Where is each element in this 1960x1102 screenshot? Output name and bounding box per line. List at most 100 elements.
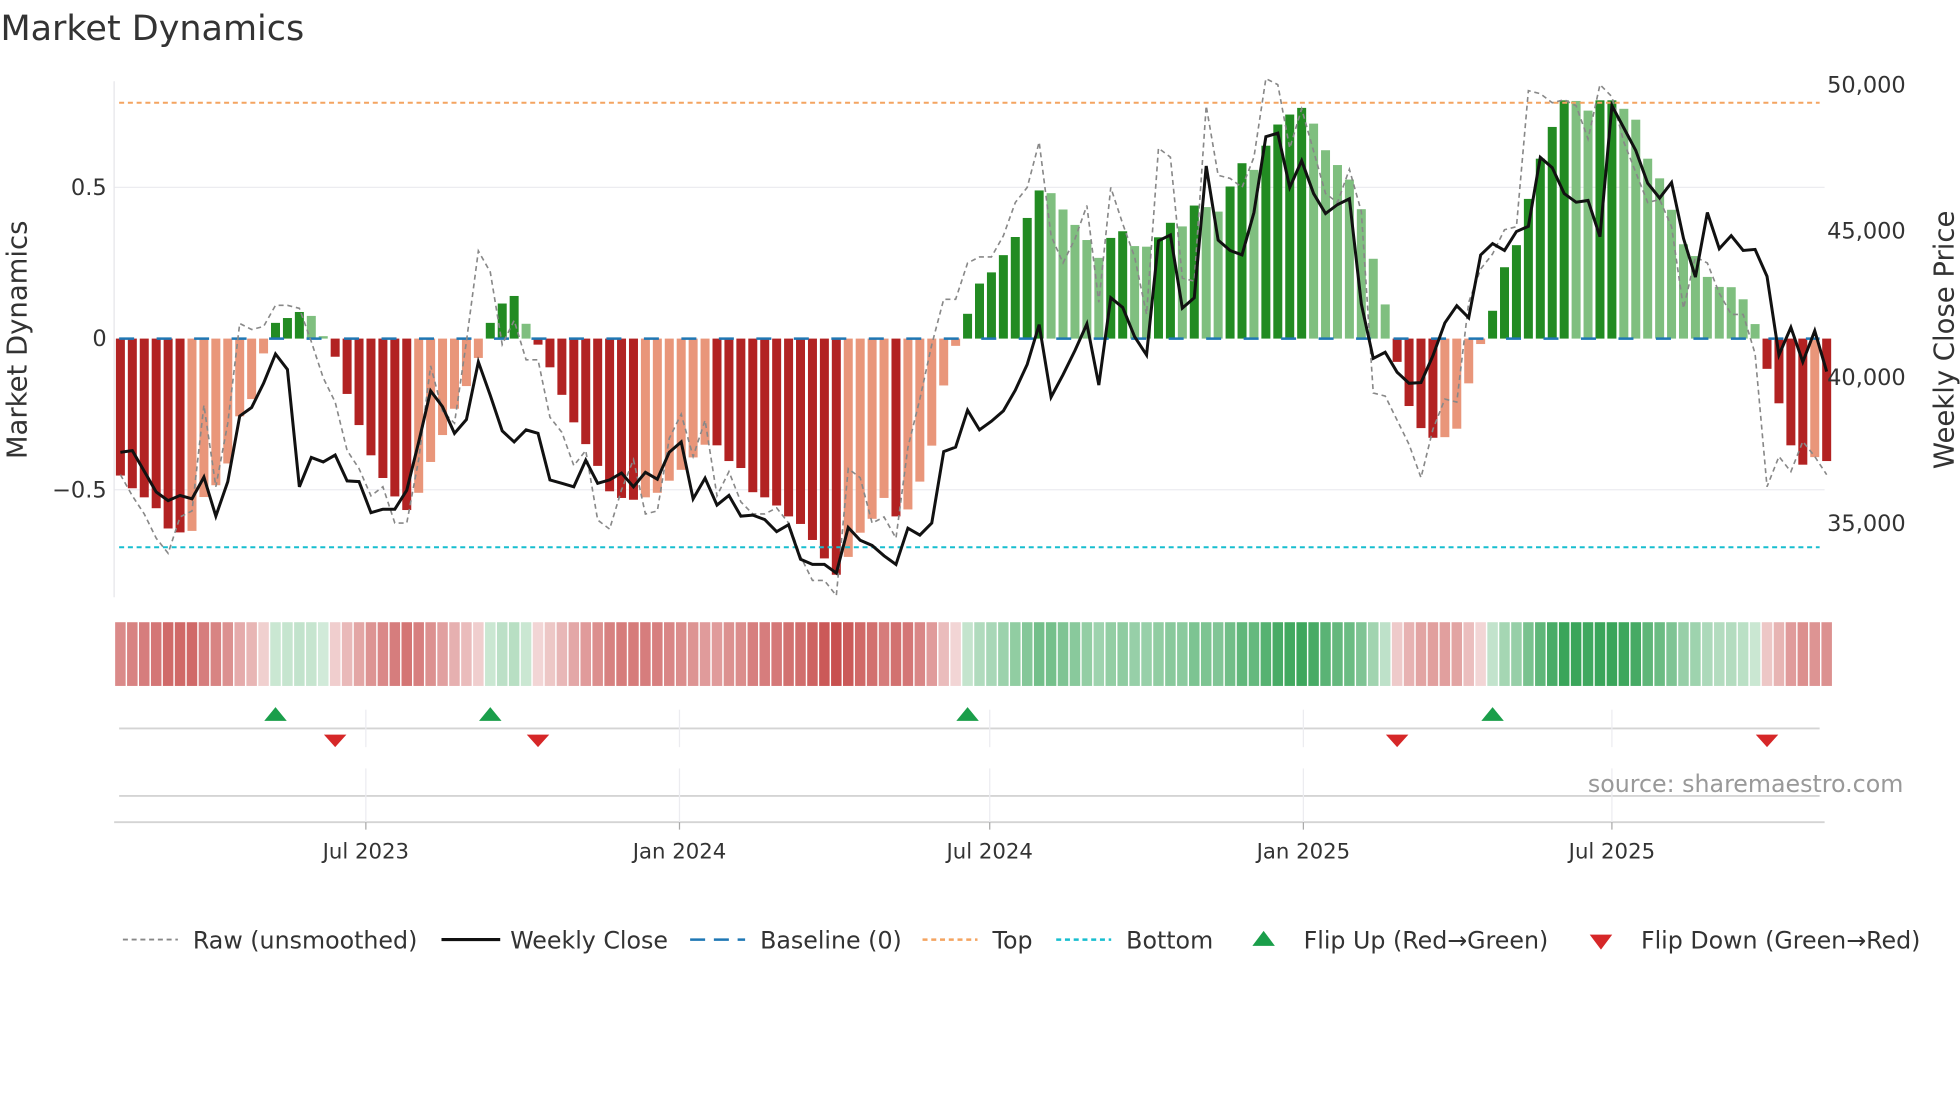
regime-cell xyxy=(1737,622,1749,686)
regime-cell xyxy=(1773,622,1785,686)
regime-cell xyxy=(1499,622,1510,686)
y2-tick-label: 45,000 xyxy=(1827,219,1906,245)
momentum-bar xyxy=(736,338,746,469)
regime-cell xyxy=(950,622,961,686)
regime-cell xyxy=(831,622,842,686)
momentum-bar xyxy=(784,338,794,517)
momentum-bar xyxy=(473,338,483,358)
regime-cell xyxy=(664,622,675,686)
regime-cell xyxy=(1558,622,1570,686)
regime-cell xyxy=(1690,622,1701,686)
source-label: source: sharemaestro.com xyxy=(1588,770,1903,798)
regime-cell xyxy=(282,622,293,686)
momentum-bar xyxy=(1750,324,1760,339)
series-lines xyxy=(119,77,1829,598)
momentum-bar xyxy=(867,338,877,519)
regime-cell xyxy=(1487,622,1498,686)
regime-cell xyxy=(425,622,436,686)
regime-cell xyxy=(1021,622,1033,686)
regime-cell xyxy=(1666,622,1677,686)
x-tick-label: Jul 2024 xyxy=(945,839,1033,864)
momentum-bar xyxy=(1738,299,1748,339)
momentum-bar xyxy=(509,295,519,339)
momentum-bar xyxy=(605,338,615,492)
momentum-bar xyxy=(1452,338,1462,429)
regime-cell xyxy=(413,622,424,686)
momentum-bar xyxy=(593,338,603,466)
regime-cell xyxy=(771,622,782,686)
regime-cell xyxy=(759,622,770,686)
momentum-bar xyxy=(247,338,257,400)
regime-cell xyxy=(998,622,1009,686)
regime-cell xyxy=(783,622,794,686)
momentum-bar xyxy=(342,338,352,394)
legend-item-top: Top xyxy=(922,926,1033,954)
regime-cell xyxy=(1630,622,1642,686)
regime-cell xyxy=(461,622,472,686)
weekly-close-line xyxy=(120,100,1829,576)
momentum-bar xyxy=(903,338,913,510)
momentum-bar xyxy=(1655,178,1665,339)
momentum-bar xyxy=(1070,224,1080,339)
regime-cell xyxy=(854,622,866,686)
regime-cell xyxy=(1785,622,1797,686)
regime-cell xyxy=(1272,622,1284,686)
regime-cell xyxy=(747,622,759,686)
regime-cell xyxy=(294,622,305,686)
regime-cell xyxy=(1033,622,1045,686)
regime-cell xyxy=(1654,622,1665,686)
momentum-bar xyxy=(819,338,829,559)
regime-cell xyxy=(1344,622,1355,686)
legend-label-top: Top xyxy=(991,926,1032,954)
regime-cell xyxy=(473,622,484,686)
momentum-bar xyxy=(1332,165,1342,339)
regime-cell xyxy=(1570,622,1582,686)
regime-cell xyxy=(115,622,126,686)
momentum-bar xyxy=(1488,310,1498,339)
regime-cell xyxy=(1165,622,1176,686)
momentum-bar xyxy=(1440,338,1450,438)
regime-cell xyxy=(675,622,687,686)
regime-cell xyxy=(186,622,198,686)
momentum-bar xyxy=(1667,209,1677,339)
regime-cell xyxy=(389,622,401,686)
regime-cell xyxy=(401,622,413,686)
y2-tick-label: 35,000 xyxy=(1827,511,1906,537)
regime-cell xyxy=(890,622,902,686)
momentum-bar xyxy=(581,338,591,445)
momentum-bar xyxy=(1726,287,1736,339)
flip-down-marker xyxy=(1385,734,1409,748)
regime-cell xyxy=(1403,622,1415,686)
momentum-bar xyxy=(760,338,770,498)
regime-cell xyxy=(1105,622,1117,686)
regime-cell xyxy=(270,622,281,686)
momentum-bar xyxy=(628,338,638,500)
regime-cell xyxy=(986,622,997,686)
regime-cell xyxy=(699,622,711,686)
regime-cell xyxy=(962,622,973,686)
regime-cell xyxy=(508,622,520,686)
momentum-bar xyxy=(1201,207,1211,339)
momentum-bar xyxy=(891,338,901,517)
regime-cell xyxy=(1523,622,1534,686)
momentum-bar xyxy=(1583,110,1593,339)
legend-label-bottom: Bottom xyxy=(1126,926,1213,954)
momentum-bar xyxy=(271,322,281,339)
regime-cell xyxy=(1439,622,1451,686)
momentum-bar xyxy=(175,338,185,533)
momentum-bar xyxy=(939,338,949,386)
momentum-bar xyxy=(712,338,722,446)
momentum-bar xyxy=(354,338,364,426)
x-tick-label: Jan 2025 xyxy=(1255,839,1351,864)
regime-cell xyxy=(520,622,532,686)
regime-cell xyxy=(1582,622,1594,686)
regime-cell xyxy=(842,622,854,686)
regime-cell xyxy=(1725,622,1737,686)
regime-cell xyxy=(723,622,735,686)
regime-cell xyxy=(329,622,341,686)
triangle-up-icon xyxy=(1252,930,1275,946)
regime-cell xyxy=(1189,622,1200,686)
regime-cell xyxy=(234,622,245,686)
regime-cell xyxy=(1749,622,1761,686)
regime-cell xyxy=(914,622,926,686)
